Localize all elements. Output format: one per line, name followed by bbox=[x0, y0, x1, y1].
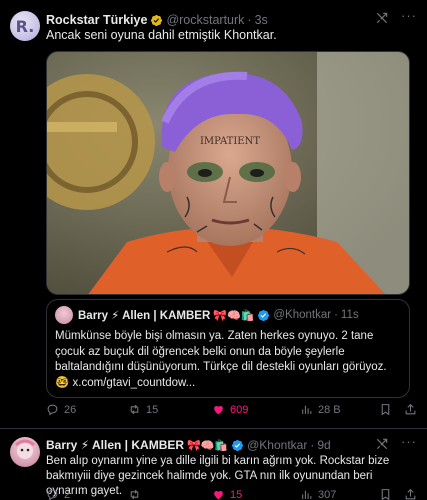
main-tweet[interactable]: R. Rockstar Türkiye @rockstarturk · 3s ·… bbox=[0, 0, 427, 428]
tweet-time[interactable]: 3s bbox=[255, 13, 268, 27]
reply-author-handle[interactable]: @Khontkar bbox=[247, 438, 307, 452]
tweet-header: Rockstar Türkiye @rockstarturk · 3s ··· bbox=[46, 9, 417, 29]
views-icon bbox=[302, 490, 312, 499]
views-icon bbox=[302, 405, 312, 414]
tweet-image[interactable]: IMPATIENT bbox=[46, 51, 410, 295]
like-button[interactable]: 609 bbox=[212, 403, 296, 416]
reply-count: 26 bbox=[64, 403, 77, 416]
reply-time[interactable]: 9d bbox=[317, 438, 330, 452]
rockstar-avatar[interactable]: R. bbox=[10, 11, 40, 41]
separator-dot: · bbox=[310, 438, 315, 452]
views-count: 307 bbox=[318, 488, 337, 500]
separator-dot: · bbox=[334, 309, 338, 321]
tweet-text: Ancak seni oyuna dahil etmiştik Khontkar… bbox=[46, 28, 277, 42]
reply-button[interactable]: 26 bbox=[46, 403, 106, 416]
like-button[interactable]: 15 bbox=[212, 488, 296, 500]
like-icon bbox=[214, 405, 223, 415]
quoted-tweet[interactable]: Barry ⚡ Allen | KAMBER 🎀🧠🛍️ @Khontkar · … bbox=[46, 299, 410, 398]
reply-extra-actions bbox=[379, 488, 417, 500]
retweet-icon bbox=[130, 489, 139, 500]
quote-time[interactable]: 11s bbox=[341, 309, 359, 321]
bookmark-icon[interactable] bbox=[379, 488, 392, 500]
barry-avatar[interactable] bbox=[10, 437, 40, 467]
verified-badge-icon bbox=[151, 14, 163, 26]
reply-icon bbox=[47, 489, 58, 500]
more-icon[interactable]: ··· bbox=[401, 435, 417, 451]
forehead-tattoo: IMPATIENT bbox=[200, 136, 260, 147]
author-name[interactable]: Rockstar Türkiye bbox=[46, 13, 147, 27]
reply-actions: 2 15 307 bbox=[46, 488, 417, 500]
grok-icon[interactable] bbox=[375, 11, 389, 25]
like-icon bbox=[214, 490, 223, 500]
retweet-button[interactable] bbox=[128, 488, 208, 500]
verified-badge-icon bbox=[258, 309, 270, 321]
like-count: 609 bbox=[230, 403, 249, 416]
quote-author-handle[interactable]: @Khontkar bbox=[273, 309, 331, 321]
reply-author-name[interactable]: Barry ⚡ Allen | KAMBER bbox=[46, 438, 184, 452]
retweet-icon bbox=[130, 404, 139, 415]
retweet-count: 15 bbox=[146, 403, 159, 416]
more-icon[interactable]: ··· bbox=[401, 9, 417, 25]
views-button[interactable]: 307 bbox=[300, 488, 370, 500]
header-icons: ··· bbox=[375, 9, 417, 25]
reply-header: Barry ⚡ Allen | KAMBER 🎀🧠🛍️ @Khontkar · … bbox=[46, 435, 417, 453]
separator-dot: · bbox=[247, 13, 252, 27]
tweet-extra-actions bbox=[379, 403, 417, 416]
reply-icon bbox=[47, 404, 58, 416]
retweet-button[interactable]: 15 bbox=[128, 403, 208, 416]
bookmark-icon[interactable] bbox=[379, 403, 392, 416]
grok-icon[interactable] bbox=[375, 437, 389, 451]
avatar-letter: R. bbox=[15, 16, 35, 36]
author-handle[interactable]: @rockstarturk bbox=[166, 13, 244, 27]
quote-author-name[interactable]: Barry ⚡ Allen | KAMBER bbox=[78, 308, 210, 322]
share-icon[interactable] bbox=[404, 403, 417, 416]
like-count: 15 bbox=[230, 488, 243, 500]
quote-header: Barry ⚡ Allen | KAMBER 🎀🧠🛍️ @Khontkar · … bbox=[55, 306, 401, 324]
portrait-illustration: IMPATIENT bbox=[47, 52, 409, 294]
reply-button[interactable]: 2 bbox=[46, 488, 106, 500]
views-button[interactable]: 28 B bbox=[300, 403, 370, 416]
views-count: 28 B bbox=[318, 403, 341, 416]
reply-count: 2 bbox=[64, 488, 71, 500]
tweet-actions: 26 15 609 28 B bbox=[46, 403, 417, 416]
avatar-illustration bbox=[15, 439, 35, 459]
verified-badge-icon bbox=[232, 439, 244, 451]
reply-header-icons: ··· bbox=[375, 435, 417, 451]
share-icon[interactable] bbox=[404, 488, 417, 500]
quote-name-emoji: 🎀🧠🛍️ bbox=[213, 308, 255, 322]
reply-name-emoji: 🎀🧠🛍️ bbox=[187, 438, 229, 452]
quote-text: Mümkünse böyle bişi olmasın ya. Zaten he… bbox=[55, 330, 387, 389]
quote-avatar[interactable] bbox=[55, 306, 73, 324]
